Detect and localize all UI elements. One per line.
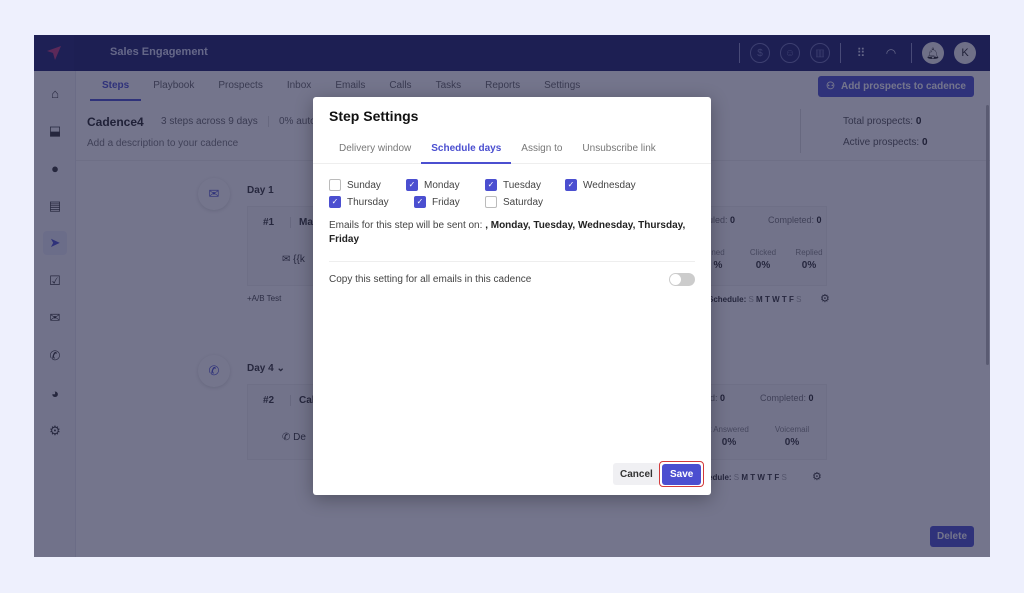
modal-tab-delivery-window[interactable]: Delivery window [329,135,421,164]
day-option-sunday[interactable]: Sunday [329,179,381,191]
checkbox-saturday[interactable] [485,196,497,208]
day-option-wednesday[interactable]: ✓ Wednesday [565,179,636,191]
schedule-summary-text: Emails for this step will be sent on: , … [329,220,686,245]
day-label: Monday [424,179,460,191]
modal-tab-unsubscribe-link[interactable]: Unsubscribe link [572,135,665,164]
checkbox-wednesday[interactable]: ✓ [565,179,577,191]
day-label: Sunday [347,179,381,191]
copy-setting-label: Copy this setting for all emails in this… [329,274,532,285]
day-option-saturday[interactable]: Saturday [485,196,543,208]
day-label: Saturday [503,196,544,208]
divider [329,261,695,262]
checkbox-tuesday[interactable]: ✓ [485,179,497,191]
cancel-button[interactable]: Cancel [613,463,660,485]
checkbox-friday[interactable]: ✓ [414,196,426,208]
toggle-knob [670,274,681,285]
checkbox-thursday[interactable]: ✓ [329,196,341,208]
day-option-friday[interactable]: ✓ Friday [414,196,460,208]
modal-title: Step Settings [329,108,419,124]
day-option-thursday[interactable]: ✓ Thursday [329,196,389,208]
step-settings-modal: Step Settings Delivery window Schedule da… [313,97,711,495]
day-label: Wednesday [583,179,636,191]
modal-tabs: Delivery window Schedule days Assign to Uns… [313,135,711,164]
modal-tab-schedule-days[interactable]: Schedule days [421,135,512,164]
day-option-monday[interactable]: ✓ Monday [406,179,460,191]
save-label: Save [662,463,702,485]
copy-setting-toggle[interactable] [669,273,695,286]
checkbox-sunday[interactable] [329,179,341,191]
modal-tab-assign-to[interactable]: Assign to [511,135,572,164]
day-label: Thursday [347,196,389,208]
day-label: Tuesday [503,179,541,191]
day-label: Friday [432,196,460,208]
checkbox-monday[interactable]: ✓ [406,179,418,191]
save-button[interactable]: Save [659,461,705,487]
day-option-tuesday[interactable]: ✓ Tuesday [485,179,541,191]
